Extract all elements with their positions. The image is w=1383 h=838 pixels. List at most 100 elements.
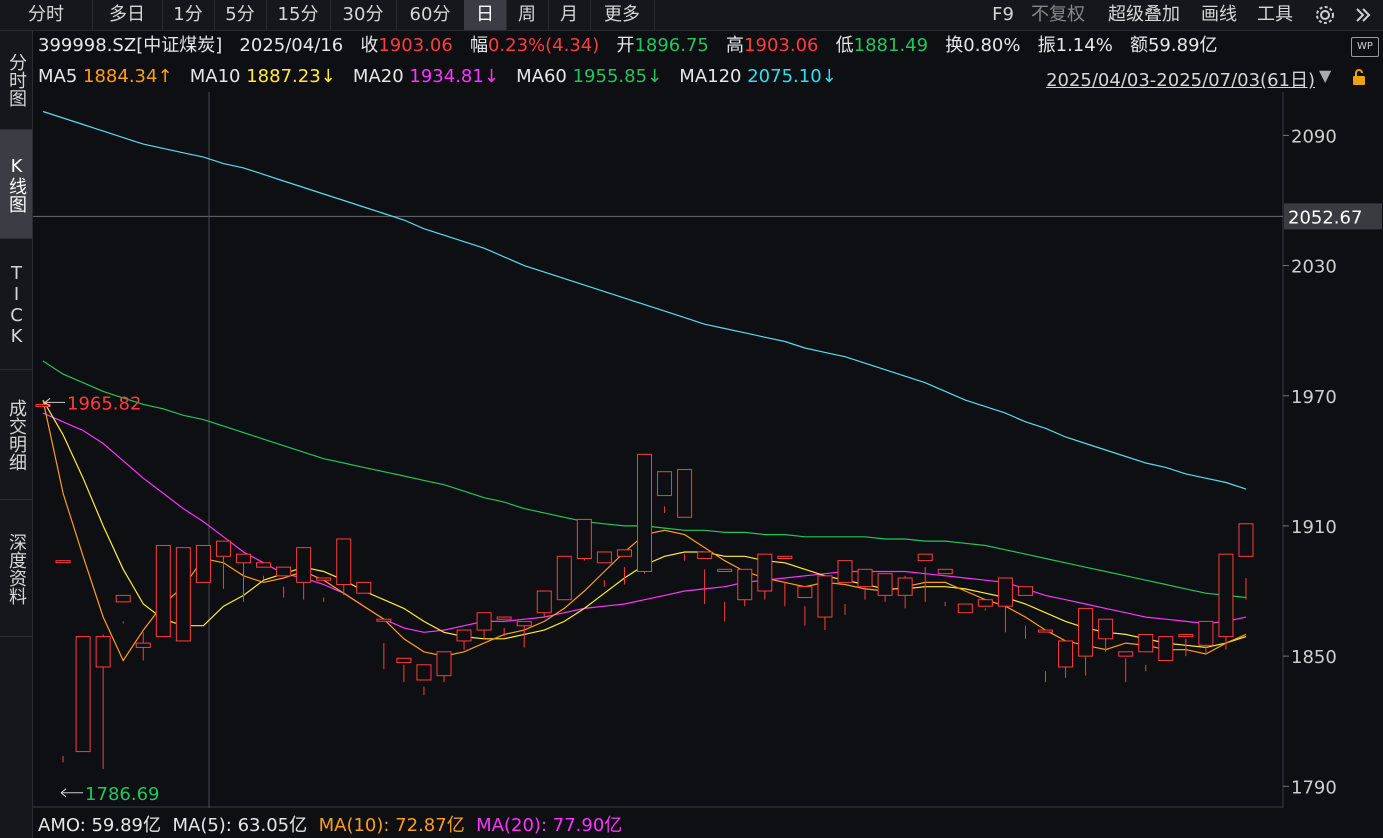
f9-button[interactable]: F9 [986, 0, 1020, 30]
candle-body [95, 636, 111, 668]
low-label: 低 [835, 35, 854, 56]
ma60-value: 1955.85↓ [572, 66, 663, 87]
candle-body [937, 568, 953, 575]
lock-icon[interactable] [1350, 68, 1368, 86]
ma-legend: MA5 1884.34↑ MA10 1887.23↓ MA20 1934.81↓… [38, 64, 837, 90]
sidebar-tab-trades[interactable]: 成交明细 [0, 371, 32, 500]
high-value: 1903.06 [744, 35, 819, 56]
candle-body [236, 553, 251, 564]
candle-body [316, 577, 332, 581]
candle-body [276, 566, 292, 577]
quote-info: 399998.SZ[中证煤炭] 2025/04/16 收1903.06 幅0.2… [38, 33, 1218, 59]
tab-15min[interactable]: 15分 [266, 0, 331, 30]
amo-ma20: MA(20): 77.90亿 [476, 815, 623, 836]
candle-body [135, 642, 151, 648]
close-value: 1903.06 [378, 35, 453, 56]
low-value: 1881.49 [853, 35, 929, 56]
date-range[interactable]: 2025/04/03-2025/07/03(61日) [1046, 66, 1315, 92]
candle-body [1238, 523, 1254, 557]
no-adjust-button[interactable]: 不复权 [1022, 0, 1094, 30]
candle-body [917, 553, 933, 562]
candle-body [616, 549, 632, 557]
tab-60min[interactable]: 60分 [396, 0, 465, 30]
ma60-label: MA60 [516, 66, 567, 87]
sidebar: 分时图 K线图 TICK 成交明细 深度资料 [0, 31, 33, 838]
candle-body [596, 551, 612, 564]
double-chevron-right-icon[interactable] [1348, 0, 1378, 30]
candle-body [55, 560, 71, 564]
ma120-line [42, 110, 1247, 490]
candle-body [737, 568, 753, 601]
candle-body [396, 657, 412, 664]
gear-icon[interactable] [1310, 0, 1340, 30]
candle-body [697, 551, 713, 559]
candle-body [336, 538, 352, 586]
tab-monthly[interactable]: 月 [548, 0, 591, 30]
y-tick-label: 1850 [1291, 647, 1337, 668]
ma20-label: MA20 [352, 66, 404, 87]
y-tick-label: 1790 [1291, 777, 1337, 798]
tab-more[interactable]: 更多 [590, 0, 655, 30]
tab-multiday[interactable]: 多日 [92, 0, 163, 30]
candle-body [536, 590, 552, 614]
candle-body [155, 544, 171, 638]
candle-body [837, 560, 853, 583]
candle-body [376, 618, 392, 622]
candle-body [115, 594, 131, 603]
y-tick-label: 1970 [1291, 387, 1337, 408]
open-value: 1896.75 [634, 35, 709, 56]
tab-1min[interactable]: 1分 [162, 0, 215, 30]
sidebar-tab-kline[interactable]: K线图 [0, 130, 32, 239]
amount-label: 额 [1129, 35, 1148, 56]
sidebar-tab-tick[interactable]: TICK [0, 241, 32, 370]
sidebar-tab-depth[interactable]: 深度资料 [0, 501, 32, 637]
candle-body [957, 603, 973, 614]
overlay-button[interactable]: 超级叠加 [1098, 0, 1190, 30]
candle-body [1038, 629, 1053, 633]
sidebar-tab-intraday[interactable]: 分时图 [0, 31, 32, 130]
candle-body [1158, 636, 1174, 661]
tools-button[interactable]: 工具 [1250, 0, 1300, 30]
high-label: 高 [726, 35, 745, 56]
tab-5min[interactable]: 5分 [214, 0, 267, 30]
tab-intraday[interactable]: 分时 [0, 0, 93, 30]
candle-body [576, 518, 592, 559]
ma5-value: 1884.34↑ [83, 66, 173, 87]
candle-body [1198, 620, 1214, 646]
candle-body [1098, 618, 1114, 640]
y-tick-label: 2090 [1291, 126, 1337, 147]
ma5-label: MA5 [38, 66, 78, 87]
kline-chart[interactable]: 2090 2030 1970 1910 1850 1790 2052.67 1965.82 17… [33, 92, 1383, 812]
tab-30min[interactable]: 30分 [330, 0, 397, 30]
triangle-down-icon[interactable]: ▼ [1319, 66, 1331, 85]
ma10-value: 1887.23↓ [246, 66, 336, 87]
amo-legend: AMO: 59.89亿 MA(5): 63.05亿 MA(10): 72.87亿… [38, 814, 622, 838]
candle-body [817, 575, 833, 618]
candle-body [356, 581, 372, 594]
candle-body [75, 636, 91, 753]
candle-body [1058, 640, 1074, 668]
close-label: 收 [360, 35, 379, 56]
turnover-value: 0.80% [963, 35, 1021, 56]
quote-date: 2025/04/16 [239, 35, 344, 56]
draw-button[interactable]: 画线 [1194, 0, 1244, 30]
tab-daily[interactable]: 日 [464, 0, 507, 30]
amo-ma5: MA(5): 63.05亿 [172, 815, 308, 836]
candle-body [1118, 651, 1134, 657]
amount-value: 59.89亿 [1147, 35, 1218, 56]
candle-body [195, 544, 211, 583]
ma20-value: 1934.81↓ [409, 66, 499, 87]
tab-weekly[interactable]: 周 [506, 0, 549, 30]
wp-icon[interactable]: WP [1351, 37, 1379, 57]
candle-body [436, 651, 452, 677]
candle-body [717, 568, 733, 573]
candle-body [556, 555, 572, 601]
max-arrow [44, 398, 65, 407]
toolbar: 分时 多日 1分 5分 15分 30分 60分 日 周 月 更多 F9 不复权 … [0, 0, 1383, 31]
candle-body [1078, 607, 1094, 657]
change-value: 0.23%(4.34) [487, 35, 600, 56]
min-arrow [60, 788, 84, 798]
candle-body [256, 562, 272, 568]
candle-body [175, 547, 191, 642]
symbol: 399998.SZ[中证煤炭] [38, 35, 223, 56]
